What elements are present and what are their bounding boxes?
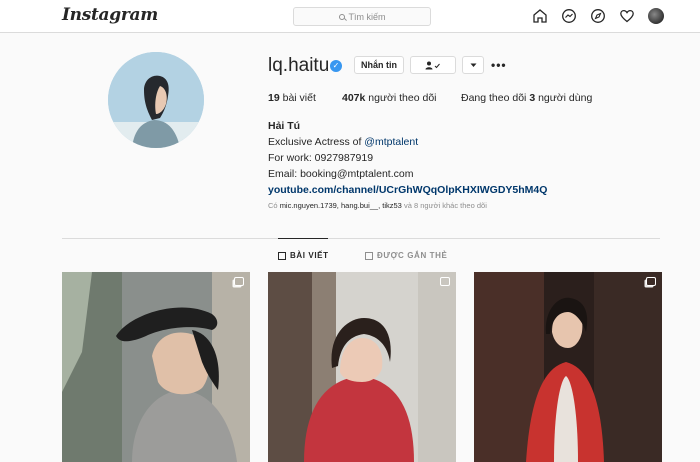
posts-count: 19 bài viết bbox=[268, 92, 316, 104]
nav-icons bbox=[532, 8, 664, 24]
person-check-icon bbox=[425, 61, 440, 69]
profile-avatar[interactable] bbox=[648, 8, 664, 24]
grid-icon bbox=[278, 251, 286, 260]
following-prefix: Đang theo dõi bbox=[461, 92, 527, 104]
full-name: Hải Tú bbox=[268, 120, 301, 132]
bio-line-1-text: Exclusive Actress of bbox=[268, 136, 365, 148]
followers-count[interactable]: 407k người theo dõi bbox=[342, 92, 437, 104]
post-thumbnail[interactable] bbox=[268, 272, 456, 462]
bio-line-2: For work: 0927987919 bbox=[268, 152, 374, 164]
tag-icon bbox=[365, 251, 373, 260]
tab-tagged-label: ĐƯỢC GẮN THẺ bbox=[377, 251, 448, 260]
verified-badge-icon: ✓ bbox=[330, 60, 342, 72]
more-options-icon[interactable]: ••• bbox=[491, 58, 507, 72]
followed-by[interactable]: Có mic.nguyen.1739, hang.bui__, tikz53 v… bbox=[268, 201, 487, 210]
post-thumbnail[interactable] bbox=[62, 272, 250, 462]
video-icon bbox=[440, 277, 450, 286]
posts-count-value: 19 bbox=[268, 92, 280, 104]
instagram-logo[interactable]: Instagram bbox=[62, 5, 158, 25]
posts-count-label: bài viết bbox=[282, 92, 316, 104]
following-button[interactable] bbox=[410, 56, 456, 74]
tabs-divider bbox=[62, 238, 660, 239]
tab-tagged[interactable]: ĐƯỢC GẮN THẺ bbox=[365, 251, 447, 260]
explore-icon[interactable] bbox=[590, 8, 606, 24]
tab-posts[interactable]: BÀI VIẾT bbox=[278, 251, 329, 260]
home-icon[interactable] bbox=[532, 8, 548, 24]
following-count[interactable]: Đang theo dõi 3 người dùng bbox=[461, 92, 592, 104]
bio-line-1: Exclusive Actress of @mtptalent bbox=[268, 134, 547, 150]
followed-by-users: mic.nguyen.1739, hang.bui__, tikz53 bbox=[279, 201, 402, 210]
top-nav: Instagram Tìm kiếm bbox=[0, 0, 700, 33]
profile-bio: Hải Tú Exclusive Actress of @mtptalent F… bbox=[268, 118, 547, 198]
followed-by-suffix: và 8 người khác theo dõi bbox=[403, 201, 487, 210]
search-input[interactable]: Tìm kiếm bbox=[293, 7, 431, 26]
followers-count-label: người theo dõi bbox=[368, 92, 437, 104]
followed-by-prefix: Có bbox=[268, 201, 278, 210]
post-thumbnail[interactable] bbox=[474, 272, 662, 462]
profile-picture bbox=[108, 52, 204, 148]
following-count-value: 3 bbox=[529, 92, 536, 104]
bio-line-3: Email: booking@mtptalent.com bbox=[268, 168, 414, 180]
search-icon bbox=[338, 13, 345, 20]
multiple-posts-icon bbox=[234, 277, 244, 286]
multiple-posts-icon bbox=[646, 277, 656, 286]
message-button[interactable]: Nhắn tin bbox=[354, 56, 404, 74]
suggestions-dropdown-button[interactable] bbox=[462, 56, 484, 74]
website-link[interactable]: youtube.com/channel/UCrGhWQqOlpKHXIWGDY5… bbox=[268, 182, 547, 198]
messenger-icon[interactable] bbox=[561, 8, 577, 24]
following-suffix: người dùng bbox=[538, 92, 593, 104]
followers-count-value: 407k bbox=[342, 92, 366, 104]
caret-down-icon bbox=[470, 63, 476, 67]
mention-link[interactable]: @mtptalent bbox=[364, 136, 418, 148]
search-placeholder: Tìm kiếm bbox=[348, 11, 386, 22]
profile-username: lq.haitu bbox=[268, 55, 330, 76]
active-tab-indicator bbox=[278, 238, 328, 239]
tab-posts-label: BÀI VIẾT bbox=[290, 251, 329, 260]
heart-icon[interactable] bbox=[619, 8, 635, 24]
